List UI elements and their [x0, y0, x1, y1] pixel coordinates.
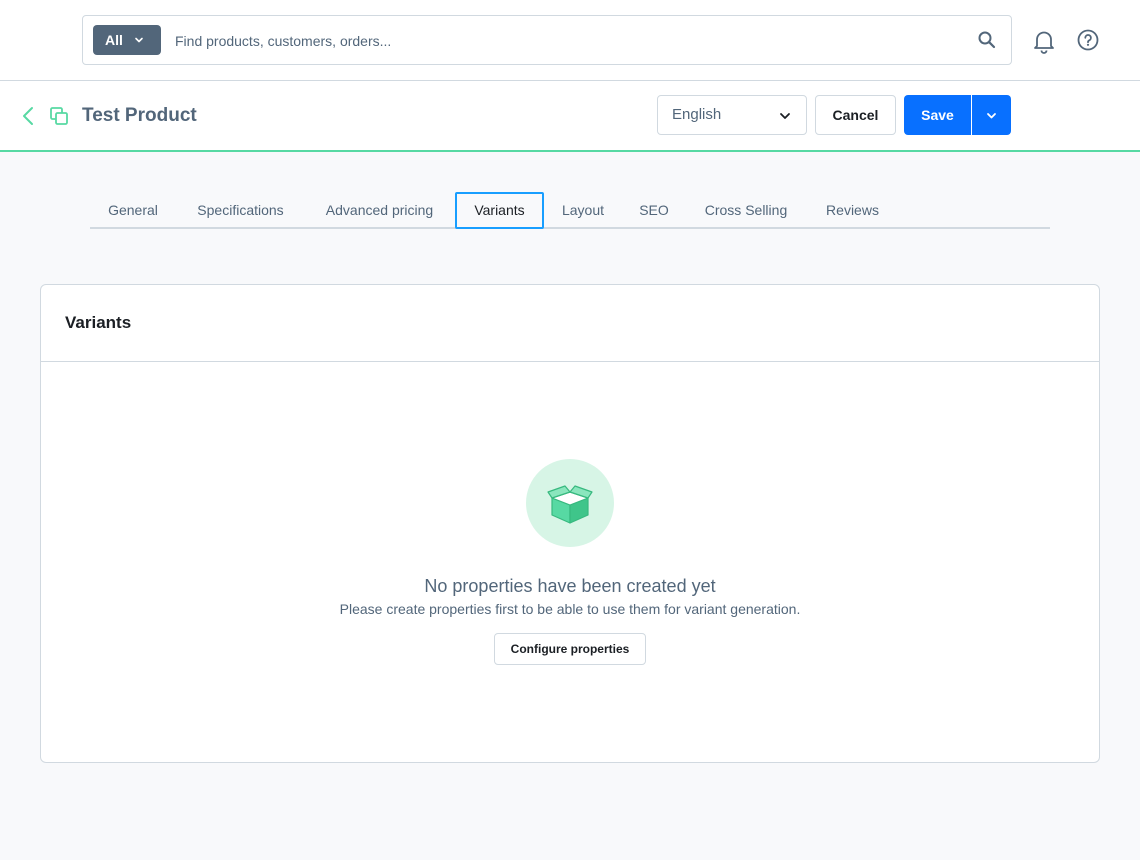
tab-seo[interactable]: SEO	[628, 192, 680, 229]
save-options-button[interactable]	[972, 95, 1011, 135]
configure-properties-button[interactable]: Configure properties	[494, 633, 646, 665]
empty-state-icon	[526, 459, 614, 547]
tab-variants[interactable]: Variants	[455, 192, 544, 229]
search-type-label: All	[105, 32, 123, 48]
search-input[interactable]	[175, 28, 955, 54]
language-select[interactable]: English	[657, 95, 807, 135]
chevron-down-icon	[780, 113, 790, 119]
variants-card: Variants No properties have been created…	[40, 284, 1100, 763]
help-icon[interactable]	[1075, 28, 1101, 54]
back-icon[interactable]	[18, 105, 38, 127]
page-title: Test Product	[82, 105, 197, 126]
product-copy-icon	[50, 107, 68, 125]
chevron-down-icon	[135, 37, 143, 43]
tab-specifications[interactable]: Specifications	[182, 192, 299, 229]
language-select-value: English	[672, 106, 722, 123]
tab-cross-selling[interactable]: Cross Selling	[696, 192, 796, 229]
search-icon[interactable]	[977, 30, 997, 50]
tab-general[interactable]: General	[94, 192, 172, 229]
card-title: Variants	[41, 285, 1099, 362]
tab-advanced-pricing[interactable]: Advanced pricing	[312, 192, 447, 229]
smart-bar: Test Product English Cancel Save	[0, 81, 1140, 152]
empty-state-subtitle: Please create properties first to be abl…	[339, 601, 801, 617]
open-box-icon	[547, 485, 593, 524]
cancel-button[interactable]: Cancel	[815, 95, 896, 135]
top-bar: All	[0, 0, 1140, 81]
search-type-dropdown[interactable]: All	[93, 25, 161, 55]
chevron-down-icon	[987, 113, 996, 119]
bell-icon[interactable]	[1031, 28, 1057, 54]
tab-layout[interactable]: Layout	[554, 192, 612, 229]
empty-state-title: No properties have been created yet	[424, 576, 716, 596]
save-button[interactable]: Save	[904, 95, 971, 135]
tab-bar: General Specifications Advanced pricing …	[90, 192, 1050, 229]
global-search: All	[82, 15, 1012, 65]
tab-reviews[interactable]: Reviews	[816, 192, 889, 229]
